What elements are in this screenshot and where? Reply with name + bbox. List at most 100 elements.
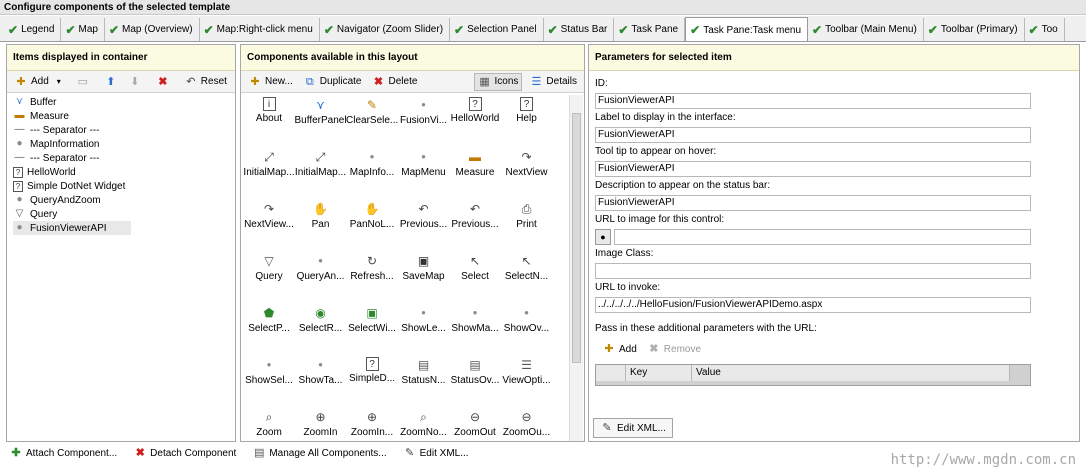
component-item[interactable]: ↷ NextView... (243, 199, 295, 251)
component-item[interactable]: ? Help (501, 95, 553, 147)
browse-image-button[interactable]: ● (595, 229, 611, 245)
component-item[interactable]: ▬ Measure (449, 147, 501, 199)
tab-item[interactable]: ✔ Toolbar (Primary) (924, 18, 1025, 41)
component-item[interactable]: ↻ Refresh... (346, 251, 398, 303)
component-item[interactable]: ✋ PanNoL... (346, 199, 398, 251)
component-item[interactable]: ▣ SelectWi... (346, 303, 398, 355)
component-item[interactable]: ● ShowSel... (243, 355, 295, 407)
tree-item[interactable]: ? HelloWorld (13, 165, 231, 179)
component-item[interactable]: ↖ Select (449, 251, 501, 303)
tab-item[interactable]: ✔ Task Pane (614, 18, 686, 41)
image-class-field[interactable] (595, 263, 1031, 279)
component-item[interactable]: ▣ SaveMap (398, 251, 450, 303)
param-edit-xml-button[interactable]: ✎ Edit XML... (593, 418, 673, 438)
component-item[interactable]: ? SimpleD... (346, 355, 398, 407)
manage-components-button[interactable]: ▤ Manage All Components... (249, 445, 389, 461)
remove-param-button[interactable]: ✖ Remove (644, 341, 704, 357)
tree-item[interactable]: ? Simple DotNet Widget (13, 179, 231, 193)
scrollbar-thumb[interactable] (572, 113, 581, 363)
component-item[interactable]: i About (243, 95, 295, 147)
add-param-button[interactable]: ✚ Add (599, 341, 640, 357)
component-item[interactable]: ▤ StatusN... (398, 355, 450, 407)
attach-component-button[interactable]: ✚ Attach Component... (6, 445, 120, 461)
component-item[interactable]: ● FusionVi... (398, 95, 450, 147)
component-label: Refresh... (350, 271, 394, 282)
component-item[interactable]: ⬟ SelectP... (243, 303, 295, 355)
component-item[interactable]: ● MapInfo... (346, 147, 398, 199)
tree-item[interactable]: ● MapInformation (13, 137, 231, 151)
component-item[interactable]: ✎ ClearSele... (346, 95, 398, 147)
tree-item[interactable]: ▬ Measure (13, 109, 231, 123)
add-icon: ✚ (604, 343, 614, 355)
component-item[interactable]: ⤢ InitialMap... (295, 147, 347, 199)
tree-item[interactable]: — --- Separator --- (13, 151, 231, 165)
tab-item[interactable]: ✔ Too (1025, 18, 1065, 41)
components-scrollbar[interactable] (569, 95, 583, 441)
icons-view-button[interactable]: ▦ Icons (473, 72, 523, 91)
tab-item[interactable]: ✔ Navigator (Zoom Slider) (320, 18, 451, 41)
edit-xml-button[interactable]: ✎ Edit XML... (400, 445, 472, 461)
display-label-field[interactable]: FusionViewerAPI (595, 127, 1031, 143)
move-up-button[interactable]: ⬆ (101, 74, 121, 90)
component-item[interactable]: ● ShowLe... (398, 303, 450, 355)
tab-item[interactable]: ✔ Status Bar (544, 18, 615, 41)
component-item[interactable]: ● QueryAn... (295, 251, 347, 303)
components-panel-title: Components available in this layout (241, 45, 584, 71)
undo-icon: ↶ (186, 75, 196, 88)
component-item[interactable]: ? HelloWorld (449, 95, 501, 147)
component-item[interactable]: ● ShowMa... (449, 303, 501, 355)
component-item[interactable]: ⋎ BufferPanel (295, 95, 347, 147)
component-item[interactable]: ▽ Query (243, 251, 295, 303)
delete-component-button[interactable]: ✖ Delete (369, 74, 421, 90)
tab-item[interactable]: ✔ Selection Panel (450, 18, 544, 41)
component-item[interactable]: ↷ NextView (501, 147, 553, 199)
component-label: Previous... (451, 219, 499, 230)
component-item[interactable]: ⤢ InitialMap... (243, 147, 295, 199)
component-item[interactable]: ↖ SelectN... (501, 251, 553, 303)
tab-item[interactable]: ✔ Task Pane:Task menu (685, 17, 809, 41)
component-item[interactable]: ⎙ Print (501, 199, 553, 251)
component-item[interactable]: ☰ ViewOpti... (501, 355, 553, 407)
component-item[interactable]: ⌕ ZoomNo... (398, 407, 450, 441)
tab-item[interactable]: ✔ Toolbar (Main Menu) (808, 18, 924, 41)
component-item[interactable]: ◉ SelectR... (295, 303, 347, 355)
rename-item-button[interactable]: ▭ (73, 74, 93, 90)
component-item[interactable]: ● ShowOv... (501, 303, 553, 355)
key-column-header[interactable]: Key (626, 365, 692, 381)
component-item[interactable]: ⊖ ZoomOu... (501, 407, 553, 441)
tree-item[interactable]: ● QueryAndZoom (13, 193, 231, 207)
value-column-header[interactable]: Value (692, 365, 1010, 381)
component-item[interactable]: ▤ StatusOv... (449, 355, 501, 407)
duplicate-button[interactable]: ⧉ Duplicate (300, 74, 365, 90)
id-field[interactable]: FusionViewerAPI (595, 93, 1031, 109)
add-item-button[interactable]: ✚ Add ▾ (11, 74, 69, 90)
tooltip-field[interactable]: FusionViewerAPI (595, 161, 1031, 177)
invoke-url-field[interactable]: ../../../../../HelloFusion/FusionViewerA… (595, 297, 1031, 313)
tab-item[interactable]: ✔ Map:Right-click menu (200, 18, 320, 41)
remove-item-button[interactable]: ✖ (153, 74, 173, 90)
new-component-button[interactable]: ✚ New... (245, 74, 296, 90)
image-url-field[interactable] (614, 229, 1031, 245)
component-item[interactable]: ⊖ ZoomOut (449, 407, 501, 441)
component-item[interactable]: ⊕ ZoomIn (295, 407, 347, 441)
component-item[interactable]: ↶ Previous... (398, 199, 450, 251)
tab-item[interactable]: ✔ Map (61, 18, 105, 41)
component-item[interactable]: ⊕ ZoomIn... (346, 407, 398, 441)
component-item[interactable]: ↶ Previous... (449, 199, 501, 251)
component-label: StatusN... (401, 375, 446, 386)
reset-button[interactable]: ↶ Reset ▾ (181, 74, 235, 90)
tree-item[interactable]: ▽ Query (13, 207, 231, 221)
move-down-button[interactable]: ⬇ (125, 74, 145, 90)
tab-item[interactable]: ✔ Legend (4, 18, 62, 41)
component-item[interactable]: ● MapMenu (398, 147, 450, 199)
tree-item[interactable]: — --- Separator --- (13, 123, 231, 137)
tab-item[interactable]: ✔ Map (Overview) (105, 18, 200, 41)
tree-item[interactable]: ● FusionViewerAPI (13, 221, 131, 235)
component-item[interactable]: ● ShowTa... (295, 355, 347, 407)
detach-component-button[interactable]: ✖ Detach Component (130, 445, 239, 461)
description-field[interactable]: FusionViewerAPI (595, 195, 1031, 211)
component-item[interactable]: ✋ Pan (295, 199, 347, 251)
component-item[interactable]: ⌕ Zoom (243, 407, 295, 441)
tree-item[interactable]: ⋎ Buffer (13, 95, 231, 109)
details-view-button[interactable]: ☰ Details (526, 74, 580, 90)
